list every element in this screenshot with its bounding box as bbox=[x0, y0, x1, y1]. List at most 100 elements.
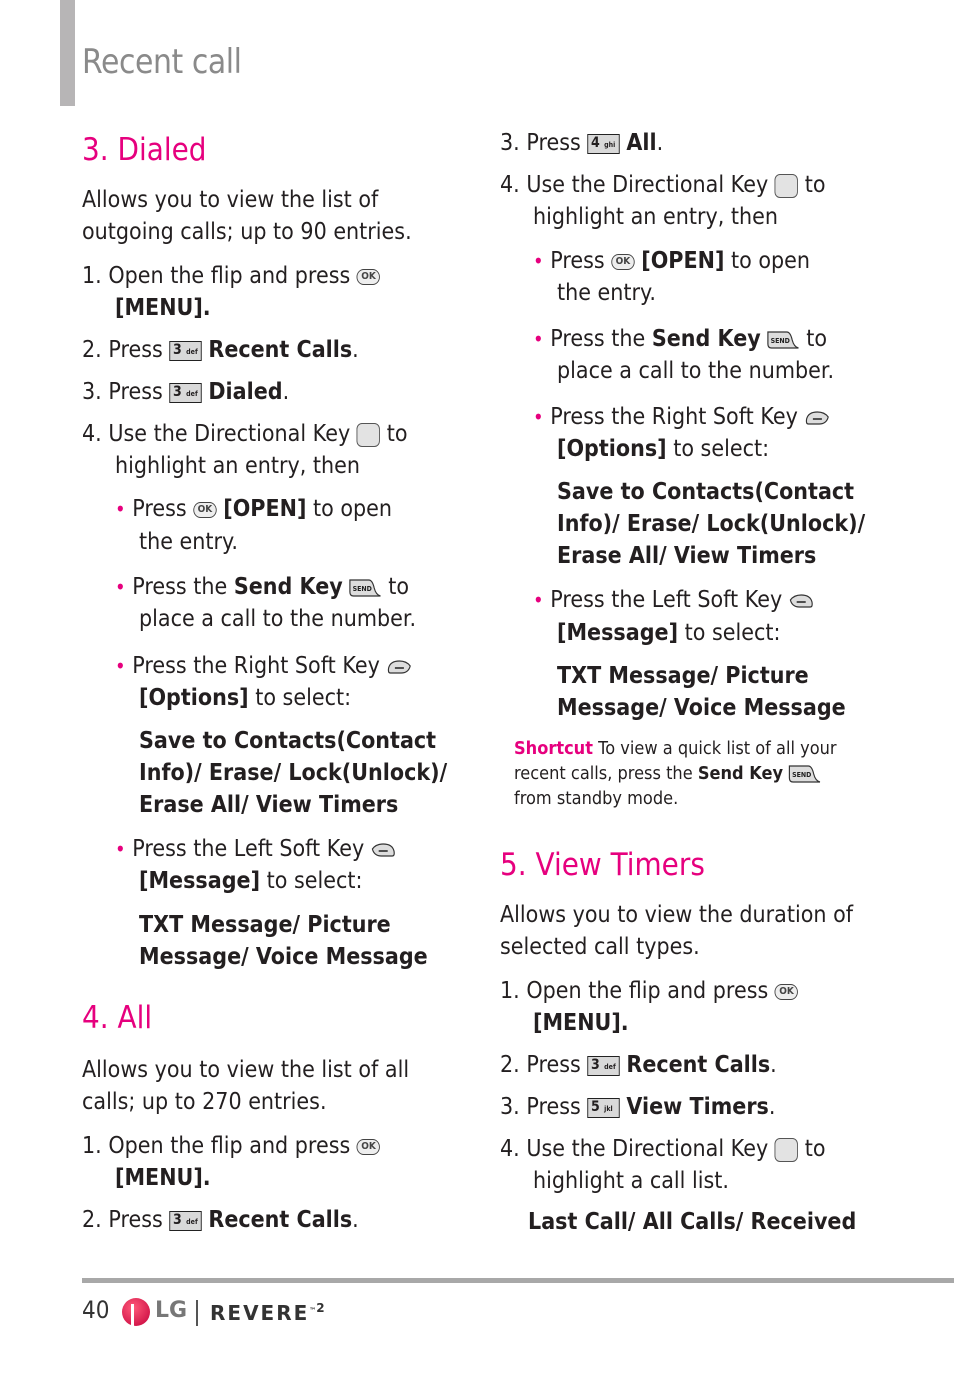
menu-label: [MENU] bbox=[115, 1165, 203, 1191]
dialed-bullet-open: • Press OK [OPEN] to open bbox=[115, 493, 392, 525]
options-label: [Options] bbox=[557, 436, 667, 462]
key-letters: def bbox=[604, 1062, 616, 1071]
shortcut-text: recent calls, press the bbox=[514, 763, 693, 784]
menu-item-all: All bbox=[626, 130, 657, 156]
bullet-icon: • bbox=[115, 575, 126, 599]
right-soft-key-icon bbox=[387, 659, 411, 674]
product-suffix: 2 bbox=[316, 1301, 325, 1315]
step-text: to bbox=[386, 421, 408, 447]
left-soft-key-icon bbox=[372, 842, 396, 857]
dialed-step-1-menu: [MENU]. bbox=[115, 295, 211, 321]
all-bullet-options-line2: [Options] to select: bbox=[557, 433, 769, 465]
dialed-message-list-2: Message/ Voice Message bbox=[139, 944, 428, 970]
header-side-bar bbox=[60, 0, 75, 106]
step-text: 4. Use the Directional Key bbox=[500, 1136, 769, 1162]
product-name: REVERE™2 bbox=[210, 1301, 325, 1325]
step-text: 1. Open the flip and press bbox=[82, 263, 351, 289]
directional-key-icon bbox=[356, 422, 381, 447]
message-label: [Message] bbox=[139, 868, 261, 894]
dialed-options-list-3: Erase All/ View Timers bbox=[139, 792, 399, 818]
key-letters: jkl bbox=[604, 1104, 613, 1113]
send-key-icon: SEND bbox=[767, 330, 799, 349]
ok-key-icon: OK bbox=[193, 501, 217, 518]
menu-label: [MENU] bbox=[115, 295, 203, 321]
options-label: [Options] bbox=[139, 685, 249, 711]
dialed-message-list-1: TXT Message/ Picture bbox=[139, 912, 391, 938]
bullet-text: Press the bbox=[132, 574, 228, 600]
all-options-list-3: Erase All/ View Timers bbox=[557, 543, 817, 569]
all-bullet-message: • Press the Left Soft Key bbox=[533, 584, 814, 616]
timers-step-4-line2: highlight a call list. bbox=[533, 1168, 729, 1194]
menu-item-dialed: Dialed bbox=[208, 379, 283, 405]
dialed-bullet-open-line2: the entry. bbox=[139, 529, 238, 555]
dialed-bullet-message: • Press the Left Soft Key bbox=[115, 833, 396, 865]
section-heading-view-timers: 5. View Timers bbox=[500, 847, 705, 883]
step-text: 2. Press bbox=[500, 1052, 581, 1078]
all-options-list-2: Info)/ Erase/ Lock(Unlock)/ bbox=[557, 511, 866, 537]
key-3-icon: 3 def bbox=[587, 1055, 620, 1076]
footer-rule bbox=[82, 1278, 954, 1283]
open-label: [OPEN] bbox=[641, 248, 725, 274]
bullet-text: Press the Left Soft Key bbox=[550, 587, 783, 613]
key-digit: 3 bbox=[590, 1056, 600, 1073]
svg-text:SEND: SEND bbox=[353, 584, 373, 592]
ok-key-icon: OK bbox=[611, 253, 635, 270]
bullet-text: Press the Right Soft Key bbox=[132, 653, 380, 679]
shortcut-note-line1: Shortcut To view a quick list of all you… bbox=[514, 736, 837, 761]
key-digit: 3 bbox=[172, 341, 182, 358]
dialed-step-2: 2. Press 3 def Recent Calls. bbox=[82, 337, 359, 363]
bullet-text: Press bbox=[550, 248, 605, 274]
footer-divider bbox=[196, 1300, 198, 1326]
all-bullet-send: • Press the Send Key SEND to bbox=[533, 323, 827, 355]
bullet-icon: • bbox=[115, 497, 126, 521]
all-step-4: 4. Use the Directional Key to bbox=[500, 169, 826, 201]
timers-step-1-menu: [MENU]. bbox=[533, 1010, 629, 1036]
page-number: 40 bbox=[82, 1296, 110, 1324]
shortcut-label: Shortcut bbox=[514, 738, 593, 759]
step-text: 4. Use the Directional Key bbox=[82, 421, 351, 447]
right-soft-key-icon bbox=[805, 410, 829, 425]
bullet-text: to select: bbox=[684, 620, 781, 646]
menu-item-recent-calls: Recent Calls bbox=[626, 1052, 771, 1078]
dialed-bullet-send-line2: place a call to the number. bbox=[139, 606, 417, 632]
step-text: 1. Open the flip and press bbox=[82, 1133, 351, 1159]
all-bullet-open-line2: the entry. bbox=[557, 280, 656, 306]
all-bullet-options: • Press the Right Soft Key bbox=[533, 401, 830, 433]
section-heading-all: 4. All bbox=[82, 1000, 153, 1036]
dialed-bullet-message-line2: [Message] to select: bbox=[139, 865, 362, 897]
timers-step-4: 4. Use the Directional Key to bbox=[500, 1133, 826, 1165]
section-heading-dialed: 3. Dialed bbox=[82, 132, 207, 168]
shortcut-note-line2: recent calls, press the Send Key SEND bbox=[514, 761, 821, 786]
key-digit: 3 bbox=[172, 383, 182, 400]
step-text: to bbox=[804, 172, 826, 198]
bullet-icon: • bbox=[115, 654, 126, 678]
timers-step-1: 1. Open the flip and press OK bbox=[500, 975, 799, 1007]
timers-intro-1: Allows you to view the duration of bbox=[500, 902, 854, 928]
all-message-list-2: Message/ Voice Message bbox=[557, 695, 846, 721]
bullet-text: Press the Left Soft Key bbox=[132, 836, 365, 862]
dialed-bullet-send: • Press the Send Key SEND to bbox=[115, 571, 409, 603]
dialed-options-list-1: Save to Contacts(Contact bbox=[139, 728, 437, 754]
ok-key-icon: OK bbox=[774, 983, 799, 1000]
brand-name: LG bbox=[155, 1298, 188, 1323]
key-letters: def bbox=[186, 1217, 198, 1226]
all-step-3: 3. Press 4 ghi All. bbox=[500, 130, 664, 156]
all-bullet-message-line2: [Message] to select: bbox=[557, 617, 780, 649]
all-message-list-1: TXT Message/ Picture bbox=[557, 663, 809, 689]
message-label: [Message] bbox=[557, 620, 679, 646]
timers-intro-2: selected call types. bbox=[500, 934, 700, 960]
send-key-icon: SEND bbox=[788, 765, 820, 783]
bullet-text: to bbox=[806, 326, 828, 352]
lg-logo-icon bbox=[122, 1298, 150, 1326]
step-text: 3. Press bbox=[500, 1094, 581, 1120]
key-letters: def bbox=[186, 347, 198, 356]
bullet-text: to select: bbox=[266, 868, 363, 894]
shortcut-note-line3: from standby mode. bbox=[514, 788, 679, 809]
all-step-4-line2: highlight an entry, then bbox=[533, 204, 778, 230]
bullet-icon: • bbox=[115, 837, 126, 861]
key-3-icon: 3 def bbox=[169, 340, 202, 361]
dialed-step-4-line2: highlight an entry, then bbox=[115, 453, 360, 479]
menu-item-view-timers: View Timers bbox=[626, 1094, 769, 1120]
timers-options-list: Last Call/ All Calls/ Received bbox=[528, 1209, 857, 1235]
shortcut-text: To view a quick list of all your bbox=[598, 738, 837, 759]
